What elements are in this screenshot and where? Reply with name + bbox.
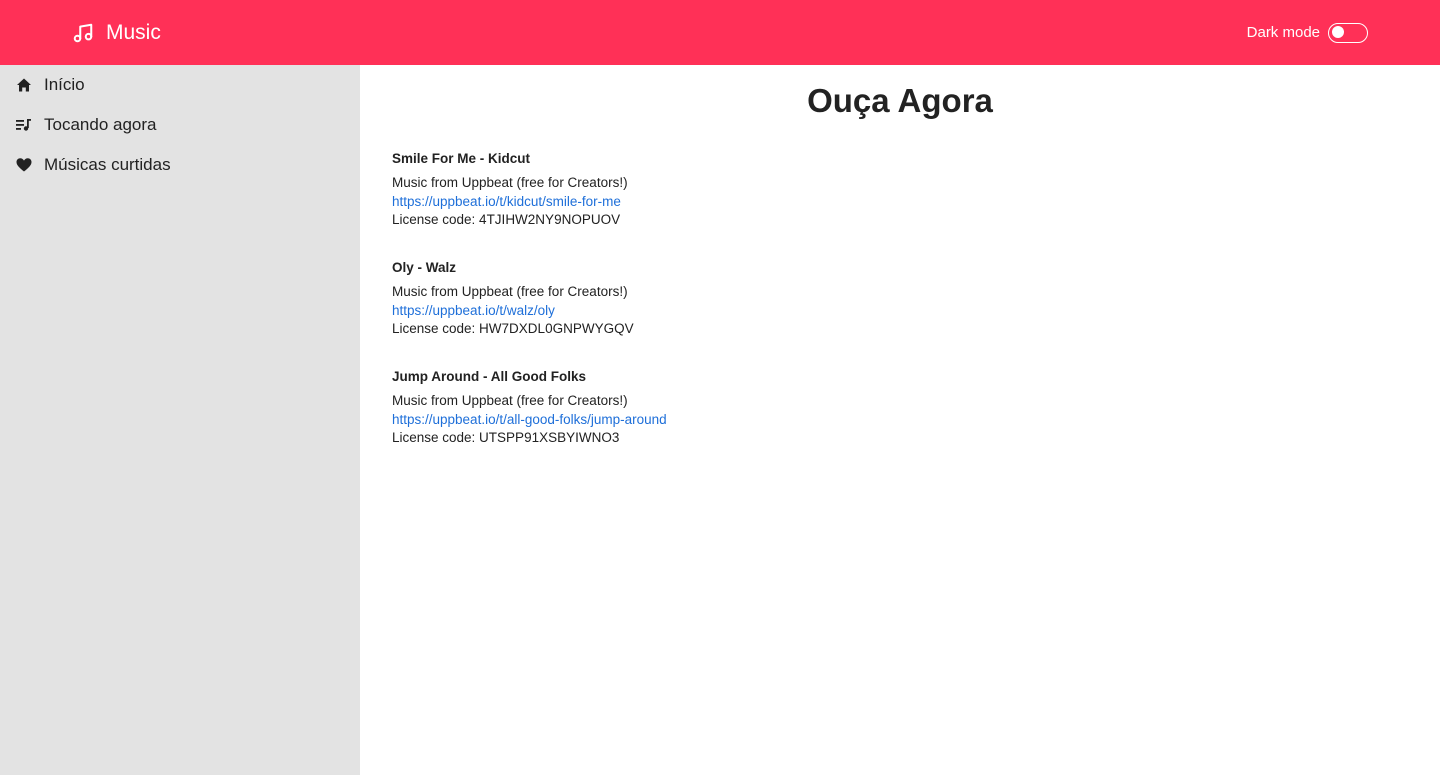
track-item: Oly - Walz Music from Uppbeat (free for … (392, 260, 667, 338)
track-item: Smile For Me - Kidcut Music from Uppbeat… (392, 151, 667, 229)
dark-mode-control: Dark mode (1247, 0, 1368, 65)
dark-mode-label: Dark mode (1246, 24, 1320, 41)
sidebar-item-label: Tocando agora (44, 115, 157, 134)
track-link[interactable]: https://uppbeat.io/t/walz/oly (392, 301, 667, 320)
track-license: License code: 4TJIHW2NY9NOPUOV (392, 212, 621, 227)
sidebar: Início Tocando agora Músicas curtidas (0, 65, 360, 775)
main-content: Ouça Agora Smile For Me - Kidcut Music f… (360, 65, 1440, 775)
sidebar-item-musicas-curtidas[interactable]: Músicas curtidas (0, 145, 360, 185)
track-list: Smile For Me - Kidcut Music from Uppbeat… (392, 151, 667, 478)
track-item: Jump Around - All Good Folks Music from … (392, 369, 667, 447)
track-license: License code: UTSPP91XSBYIWNO3 (392, 430, 620, 445)
playlist-icon (16, 117, 32, 133)
top-bar: Music Dark mode (0, 0, 1440, 65)
track-license: License code: HW7DXDL0GNPWYGQV (392, 321, 634, 336)
track-credit: Music from Uppbeat (free for Creators!) (392, 284, 628, 299)
track-title: Smile For Me - Kidcut (392, 151, 531, 166)
app-title: Music (106, 20, 161, 44)
sidebar-item-tocando-agora[interactable]: Tocando agora (0, 105, 360, 145)
track-title: Jump Around - All Good Folks (392, 369, 586, 384)
toggle-knob (1332, 26, 1344, 38)
track-link[interactable]: https://uppbeat.io/t/all-good-folks/jump… (392, 410, 667, 429)
track-credit: Music from Uppbeat (free for Creators!) (392, 175, 628, 190)
sidebar-item-inicio[interactable]: Início (0, 65, 360, 105)
heart-icon (16, 157, 32, 173)
track-credit: Music from Uppbeat (free for Creators!) (392, 393, 628, 408)
sidebar-item-label: Início (44, 75, 85, 94)
home-icon (16, 77, 32, 93)
music-note-icon (72, 22, 94, 44)
brand[interactable]: Music (72, 0, 161, 65)
track-link[interactable]: https://uppbeat.io/t/kidcut/smile-for-me (392, 192, 667, 211)
page-title: Ouça Agora (807, 82, 993, 119)
dark-mode-toggle[interactable] (1328, 22, 1368, 43)
sidebar-item-label: Músicas curtidas (44, 155, 171, 174)
track-title: Oly - Walz (392, 260, 457, 275)
